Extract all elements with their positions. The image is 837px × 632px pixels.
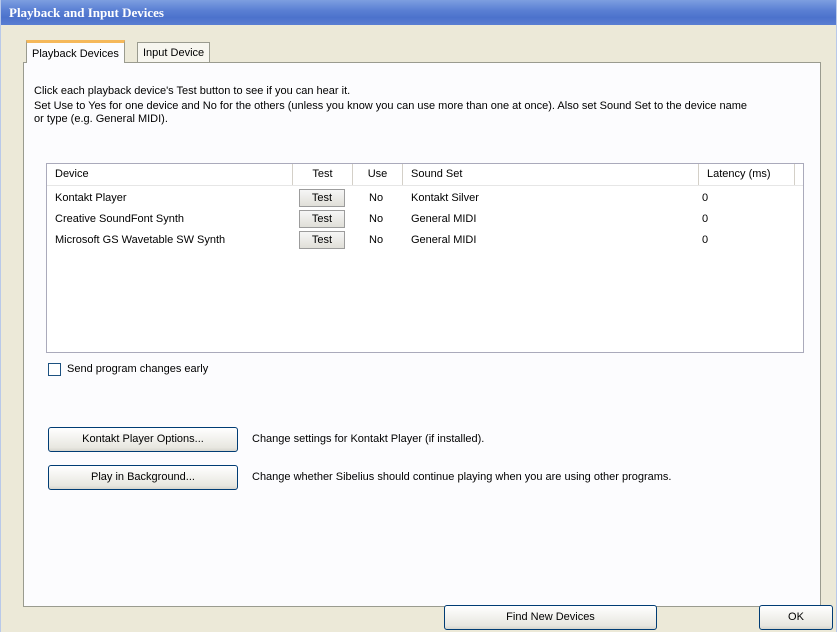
use-value[interactable]: No	[369, 209, 383, 230]
playback-input-devices-dialog: Playback and Input Devices Playback Devi…	[0, 0, 837, 632]
table-row[interactable]: Kontakt Player Test No Kontakt Silver 0	[47, 188, 803, 209]
table-row[interactable]: Creative SoundFont Synth Test No General…	[47, 209, 803, 230]
column-test[interactable]: Test	[293, 164, 353, 185]
title-bar[interactable]: Playback and Input Devices	[1, 0, 836, 25]
tab-playback-devices[interactable]: Playback Devices	[26, 40, 125, 63]
kontakt-player-options-button[interactable]: Kontakt Player Options...	[48, 427, 238, 452]
sound-set-value[interactable]: General MIDI	[411, 230, 476, 251]
find-new-devices-button[interactable]: Find New Devices	[444, 605, 657, 630]
play-in-background-description: Change whether Sibelius should continue …	[252, 471, 672, 483]
column-latency[interactable]: Latency (ms)	[699, 164, 795, 185]
instruction-use-line2: or type (e.g. General MIDI).	[34, 113, 168, 125]
test-button[interactable]: Test	[299, 210, 345, 228]
table-row[interactable]: Microsoft GS Wavetable SW Synth Test No …	[47, 230, 803, 251]
kontakt-player-options-description: Change settings for Kontakt Player (if i…	[252, 433, 485, 445]
column-use[interactable]: Use	[353, 164, 403, 185]
instruction-use-line1: Set Use to Yes for one device and No for…	[34, 100, 747, 112]
use-value[interactable]: No	[369, 188, 383, 209]
device-name: Creative SoundFont Synth	[55, 213, 185, 225]
devices-table-header: Device Test Use Sound Set Latency (ms)	[47, 164, 803, 186]
latency-value[interactable]: 0	[702, 230, 708, 251]
latency-value[interactable]: 0	[702, 209, 708, 230]
send-program-changes-checkbox[interactable]	[48, 363, 61, 376]
column-sound-set[interactable]: Sound Set	[403, 164, 699, 185]
sound-set-value[interactable]: Kontakt Silver	[411, 188, 479, 209]
dialog-title: Playback and Input Devices	[9, 5, 164, 20]
device-name: Microsoft GS Wavetable SW Synth	[55, 234, 226, 246]
instruction-test: Click each playback device's Test button…	[34, 85, 351, 97]
test-button[interactable]: Test	[299, 231, 345, 249]
playback-devices-panel: Click each playback device's Test button…	[23, 62, 821, 607]
sound-set-value[interactable]: General MIDI	[411, 209, 476, 230]
latency-value[interactable]: 0	[702, 188, 708, 209]
devices-table[interactable]: Device Test Use Sound Set Latency (ms) K…	[46, 163, 804, 353]
device-name: Kontakt Player	[55, 192, 127, 204]
play-in-background-button[interactable]: Play in Background...	[48, 465, 238, 490]
use-value[interactable]: No	[369, 230, 383, 251]
ok-button[interactable]: OK	[759, 605, 833, 630]
column-device[interactable]: Device	[47, 164, 293, 185]
tab-input-device[interactable]: Input Device	[137, 42, 211, 63]
send-program-changes-label[interactable]: Send program changes early	[67, 363, 208, 376]
test-button[interactable]: Test	[299, 189, 345, 207]
